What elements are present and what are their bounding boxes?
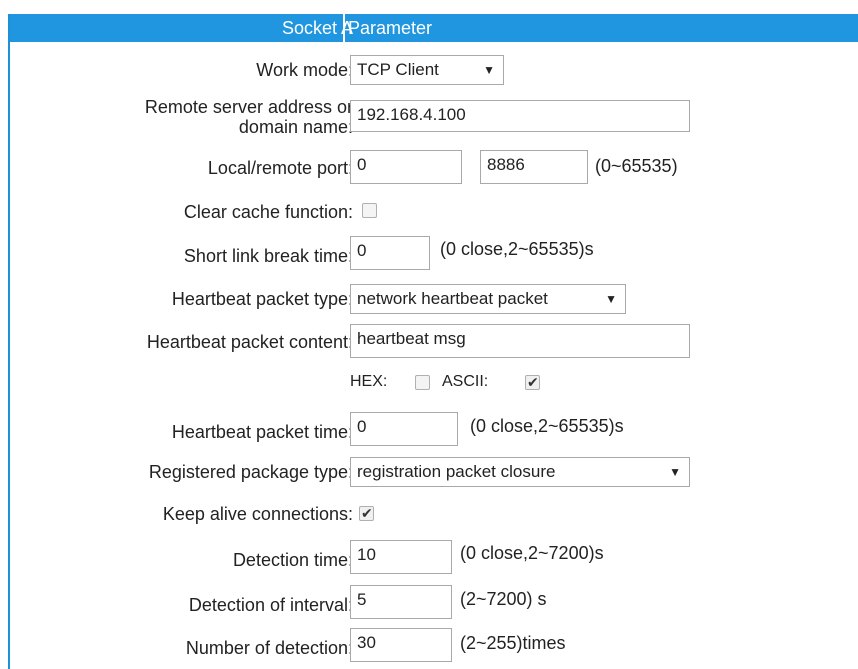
- detection-count-input[interactable]: 30: [350, 628, 452, 662]
- heartbeat-time-hint: (0 close,2~65535)s: [470, 416, 624, 436]
- detection-time-input[interactable]: 10: [350, 540, 452, 574]
- heartbeat-time-input[interactable]: 0: [350, 412, 458, 446]
- detection-interval-label: Detection of interval:: [188, 595, 353, 615]
- ports-hint: (0~65535): [595, 156, 678, 176]
- hex-checkbox[interactable]: [415, 375, 430, 390]
- detection-time-label: Detection time:: [232, 550, 353, 570]
- table-header: Socket A Parameter: [10, 14, 858, 42]
- remote-port-input[interactable]: 8886: [480, 150, 588, 184]
- heartbeat-time-label: Heartbeat packet time:: [171, 422, 353, 442]
- ascii-label: ASCII:: [442, 373, 489, 390]
- check-icon: ✔: [361, 505, 373, 521]
- heartbeat-content-label: Heartbeat packet content:: [146, 332, 353, 352]
- short-link-hint: (0 close,2~65535)s: [440, 239, 594, 259]
- registered-type-select[interactable]: registration packet closure ▼: [350, 457, 690, 487]
- short-link-label: Short link break time:: [183, 246, 353, 266]
- keep-alive-label: Keep alive connections:: [162, 504, 353, 524]
- check-icon: ✔: [527, 374, 539, 390]
- heartbeat-type-label: Heartbeat packet type:: [171, 289, 353, 309]
- work-mode-select[interactable]: TCP Client ▼: [350, 55, 504, 85]
- hex-label: HEX:: [350, 373, 388, 390]
- keep-alive-checkbox[interactable]: ✔: [359, 505, 374, 521]
- heartbeat-type-value: network heartbeat packet: [357, 289, 548, 308]
- ports-label: Local/remote port:: [207, 158, 353, 178]
- registered-type-value: registration packet closure: [357, 462, 556, 481]
- remote-server-label-line1: Remote server address or: [144, 97, 353, 117]
- detection-interval-input[interactable]: 5: [350, 585, 452, 619]
- chevron-down-icon: ▼: [605, 292, 617, 306]
- remote-server-label-line2: domain name:: [238, 117, 353, 137]
- short-link-input[interactable]: 0: [350, 236, 430, 270]
- left-border-line: [8, 14, 10, 669]
- detection-time-hint: (0 close,2~7200)s: [460, 543, 604, 563]
- detection-count-label: Number of detection:: [185, 638, 353, 658]
- header-divider: [343, 14, 345, 42]
- chevron-down-icon: ▼: [669, 465, 681, 479]
- local-port-input[interactable]: 0: [350, 150, 462, 184]
- socket-a-settings-page: Socket A Parameter Work mode: TCP Client…: [0, 0, 858, 669]
- ascii-checkbox[interactable]: ✔: [525, 374, 540, 390]
- work-mode-label: Work mode:: [256, 60, 353, 80]
- detection-interval-hint: (2~7200) s: [460, 589, 547, 609]
- chevron-down-icon: ▼: [483, 63, 495, 77]
- heartbeat-content-input[interactable]: heartbeat msg: [350, 324, 690, 358]
- remote-server-input[interactable]: 192.168.4.100: [350, 100, 690, 132]
- registered-type-label: Registered package type:: [148, 462, 353, 482]
- detection-count-hint: (2~255)times: [460, 633, 566, 653]
- heartbeat-type-select[interactable]: network heartbeat packet ▼: [350, 284, 626, 314]
- clear-cache-label: Clear cache function:: [183, 202, 353, 222]
- clear-cache-checkbox[interactable]: [362, 203, 377, 218]
- header-parameter: Parameter: [348, 18, 433, 38]
- work-mode-value: TCP Client: [357, 60, 439, 79]
